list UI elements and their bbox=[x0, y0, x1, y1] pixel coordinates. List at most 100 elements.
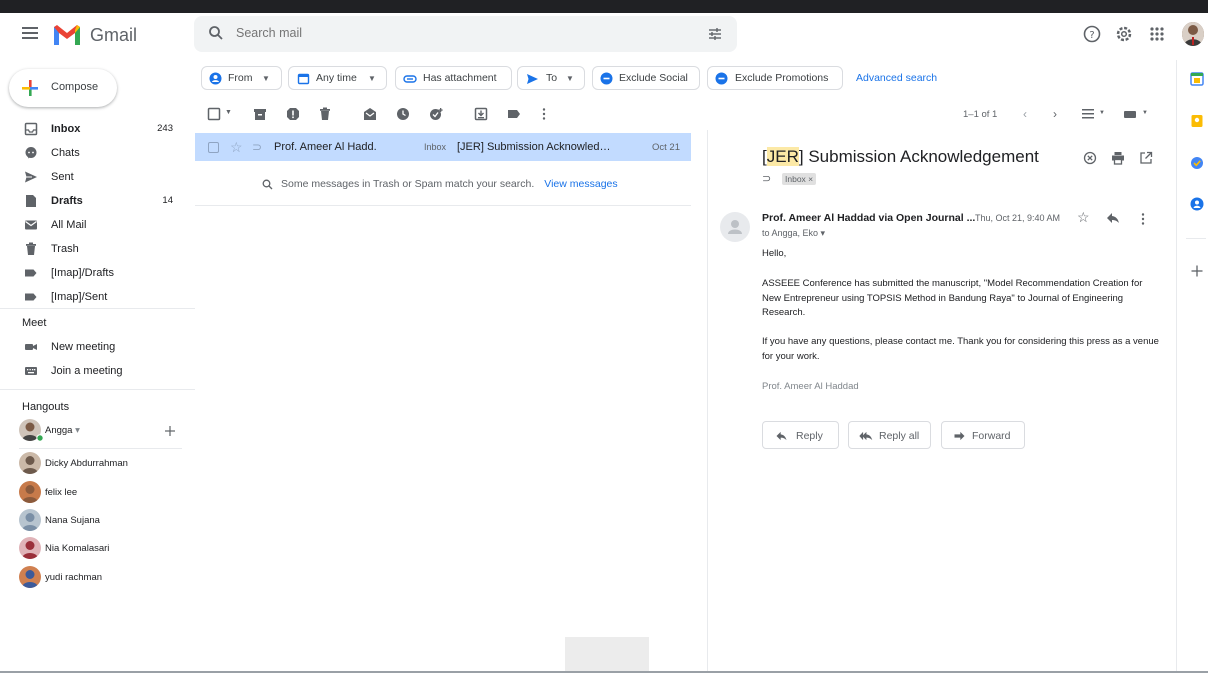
more-options-icon[interactable] bbox=[1139, 212, 1147, 226]
add-contact-plus-icon[interactable] bbox=[164, 425, 176, 437]
sidebar-item-chats[interactable]: Chats bbox=[0, 141, 185, 165]
forward-button[interactable]: Forward bbox=[941, 421, 1025, 449]
hangouts-contact[interactable]: yudi rachman bbox=[19, 566, 184, 590]
row-checkbox[interactable] bbox=[208, 142, 219, 153]
keep-app-icon[interactable] bbox=[1190, 114, 1204, 128]
add-to-tasks-icon[interactable] bbox=[429, 107, 443, 121]
sidebar-item-imap-sent[interactable]: [Imap]/Sent bbox=[0, 285, 185, 309]
get-addons-plus-icon[interactable] bbox=[1190, 264, 1204, 278]
header: Gmail ? bbox=[0, 13, 1208, 59]
chat-icon bbox=[25, 147, 37, 159]
move-to-icon[interactable] bbox=[474, 107, 488, 121]
search-options-icon[interactable] bbox=[707, 26, 723, 42]
compose-plus-icon bbox=[22, 80, 38, 96]
from-filter-chip[interactable]: From ▼ bbox=[201, 66, 282, 90]
importance-marker-icon[interactable]: ⊃ bbox=[252, 140, 262, 154]
sidebar-item-drafts[interactable]: Drafts 14 bbox=[0, 189, 185, 213]
apps-grid-icon[interactable] bbox=[1147, 24, 1167, 44]
compose-label: Compose bbox=[51, 81, 99, 93]
exclude-promotions-chip[interactable]: Exclude Promotions bbox=[707, 66, 843, 90]
sidebar-item-count: 14 bbox=[162, 195, 173, 206]
sidebar-item-trash[interactable]: Trash bbox=[0, 237, 185, 261]
sidebar-item-sent[interactable]: Sent bbox=[0, 165, 185, 189]
exclude-social-chip[interactable]: Exclude Social bbox=[592, 66, 700, 90]
to-filter-chip[interactable]: To ▼ bbox=[517, 66, 585, 90]
contacts-app-icon[interactable] bbox=[1190, 197, 1204, 211]
hangouts-contact[interactable]: Nia Komalasari bbox=[19, 537, 184, 561]
has-attachment-label: Has attachment bbox=[423, 72, 497, 84]
sender-avatar bbox=[720, 212, 750, 242]
row-sender: Prof. Ameer Al Hadd. bbox=[274, 141, 377, 153]
star-icon[interactable]: ☆ bbox=[1077, 209, 1090, 226]
print-icon[interactable] bbox=[1111, 151, 1125, 165]
archive-icon[interactable] bbox=[253, 107, 267, 121]
delete-icon[interactable] bbox=[318, 107, 332, 121]
message-from[interactable]: Prof. Ameer Al Haddad via Open Journal .… bbox=[762, 212, 975, 224]
reply-icon bbox=[776, 431, 787, 441]
open-in-new-window-icon[interactable] bbox=[1139, 151, 1153, 165]
snooze-clock-icon[interactable] bbox=[396, 107, 410, 121]
reply-all-icon bbox=[859, 431, 873, 441]
draft-icon bbox=[26, 195, 36, 207]
select-checkbox-icon[interactable] bbox=[207, 107, 221, 121]
input-tools-keyboard-icon[interactable] bbox=[1123, 107, 1137, 121]
sidebar-item-imap-drafts[interactable]: [Imap]/Drafts bbox=[0, 261, 185, 285]
prev-page-icon[interactable]: ‹ bbox=[1023, 107, 1027, 121]
help-icon[interactable]: ? bbox=[1082, 24, 1102, 44]
more-options-icon[interactable] bbox=[537, 107, 551, 121]
label-icon bbox=[25, 293, 37, 301]
hangouts-contact[interactable]: Nana Sujana bbox=[19, 509, 184, 533]
exclude-promotions-label: Exclude Promotions bbox=[735, 72, 829, 84]
table-row[interactable]: ☆ ⊃ Prof. Ameer Al Hadd. Inbox [JER] Sub… bbox=[195, 133, 691, 161]
new-meeting-item[interactable]: New meeting bbox=[0, 335, 185, 359]
report-spam-icon[interactable] bbox=[286, 107, 300, 121]
contact-name: felix lee bbox=[45, 487, 78, 498]
chevron-down-icon[interactable]: ▼ bbox=[1142, 110, 1148, 116]
sidebar-item-all-mail[interactable]: All Mail bbox=[0, 213, 185, 237]
select-dropdown-icon[interactable]: ▼ bbox=[225, 109, 232, 116]
search-icon[interactable] bbox=[208, 25, 224, 41]
label-icon[interactable] bbox=[507, 107, 521, 121]
join-meeting-item[interactable]: Join a meeting bbox=[0, 359, 185, 383]
any-time-filter-chip[interactable]: Any time ▼ bbox=[288, 66, 387, 90]
search-bar[interactable] bbox=[194, 16, 737, 52]
hangouts-me[interactable]: Angga ▾ bbox=[19, 419, 184, 443]
row-label-badge: Inbox bbox=[424, 142, 447, 152]
compose-button[interactable]: Compose bbox=[9, 69, 117, 107]
contact-name: yudi rachman bbox=[45, 572, 103, 583]
split-pane-toggle-icon[interactable] bbox=[1081, 107, 1095, 121]
settings-gear-icon[interactable] bbox=[1114, 24, 1134, 44]
chevron-down-icon[interactable]: ▼ bbox=[1099, 110, 1105, 116]
message-recipients[interactable]: to Angga, Eko ▾ bbox=[762, 228, 825, 239]
close-circle-icon[interactable] bbox=[1083, 151, 1097, 165]
star-icon[interactable]: ☆ bbox=[230, 139, 243, 156]
reply-icon[interactable] bbox=[1106, 212, 1120, 224]
next-page-icon[interactable]: › bbox=[1053, 107, 1057, 121]
sidebar-item-label: [Imap]/Drafts bbox=[51, 267, 114, 279]
mark-as-read-icon[interactable] bbox=[363, 107, 377, 121]
person-icon bbox=[209, 72, 222, 85]
app-name[interactable]: Gmail bbox=[90, 25, 137, 46]
importance-marker-icon[interactable]: ⊃ bbox=[762, 172, 771, 185]
hangouts-contact[interactable]: felix lee bbox=[19, 481, 184, 505]
inbox-label-tag[interactable]: Inbox × bbox=[782, 173, 817, 185]
search-icon bbox=[262, 179, 273, 190]
gmail-logo-icon[interactable] bbox=[52, 23, 82, 47]
calendar-app-icon[interactable] bbox=[1190, 72, 1204, 86]
pane-separator[interactable] bbox=[707, 130, 708, 673]
reply-all-button[interactable]: Reply all bbox=[848, 421, 931, 449]
advanced-search-link[interactable]: Advanced search bbox=[856, 72, 937, 84]
top-strip bbox=[0, 0, 1208, 13]
tasks-app-icon[interactable] bbox=[1190, 156, 1204, 170]
hangouts-contact[interactable]: Dicky Abdurrahman bbox=[19, 452, 184, 476]
account-avatar[interactable] bbox=[1182, 22, 1204, 46]
has-attachment-chip[interactable]: Has attachment bbox=[395, 66, 512, 90]
main-menu-icon[interactable] bbox=[22, 27, 38, 39]
svg-text:?: ? bbox=[1089, 30, 1094, 41]
reply-button[interactable]: Reply bbox=[762, 421, 839, 449]
trash-spam-notice: Some messages in Trash or Spam match you… bbox=[281, 178, 618, 190]
sidebar-item-inbox[interactable]: Inbox 243 bbox=[0, 117, 185, 141]
view-messages-link[interactable]: View messages bbox=[544, 178, 617, 190]
trash-icon bbox=[26, 242, 36, 255]
search-input[interactable] bbox=[236, 26, 636, 40]
